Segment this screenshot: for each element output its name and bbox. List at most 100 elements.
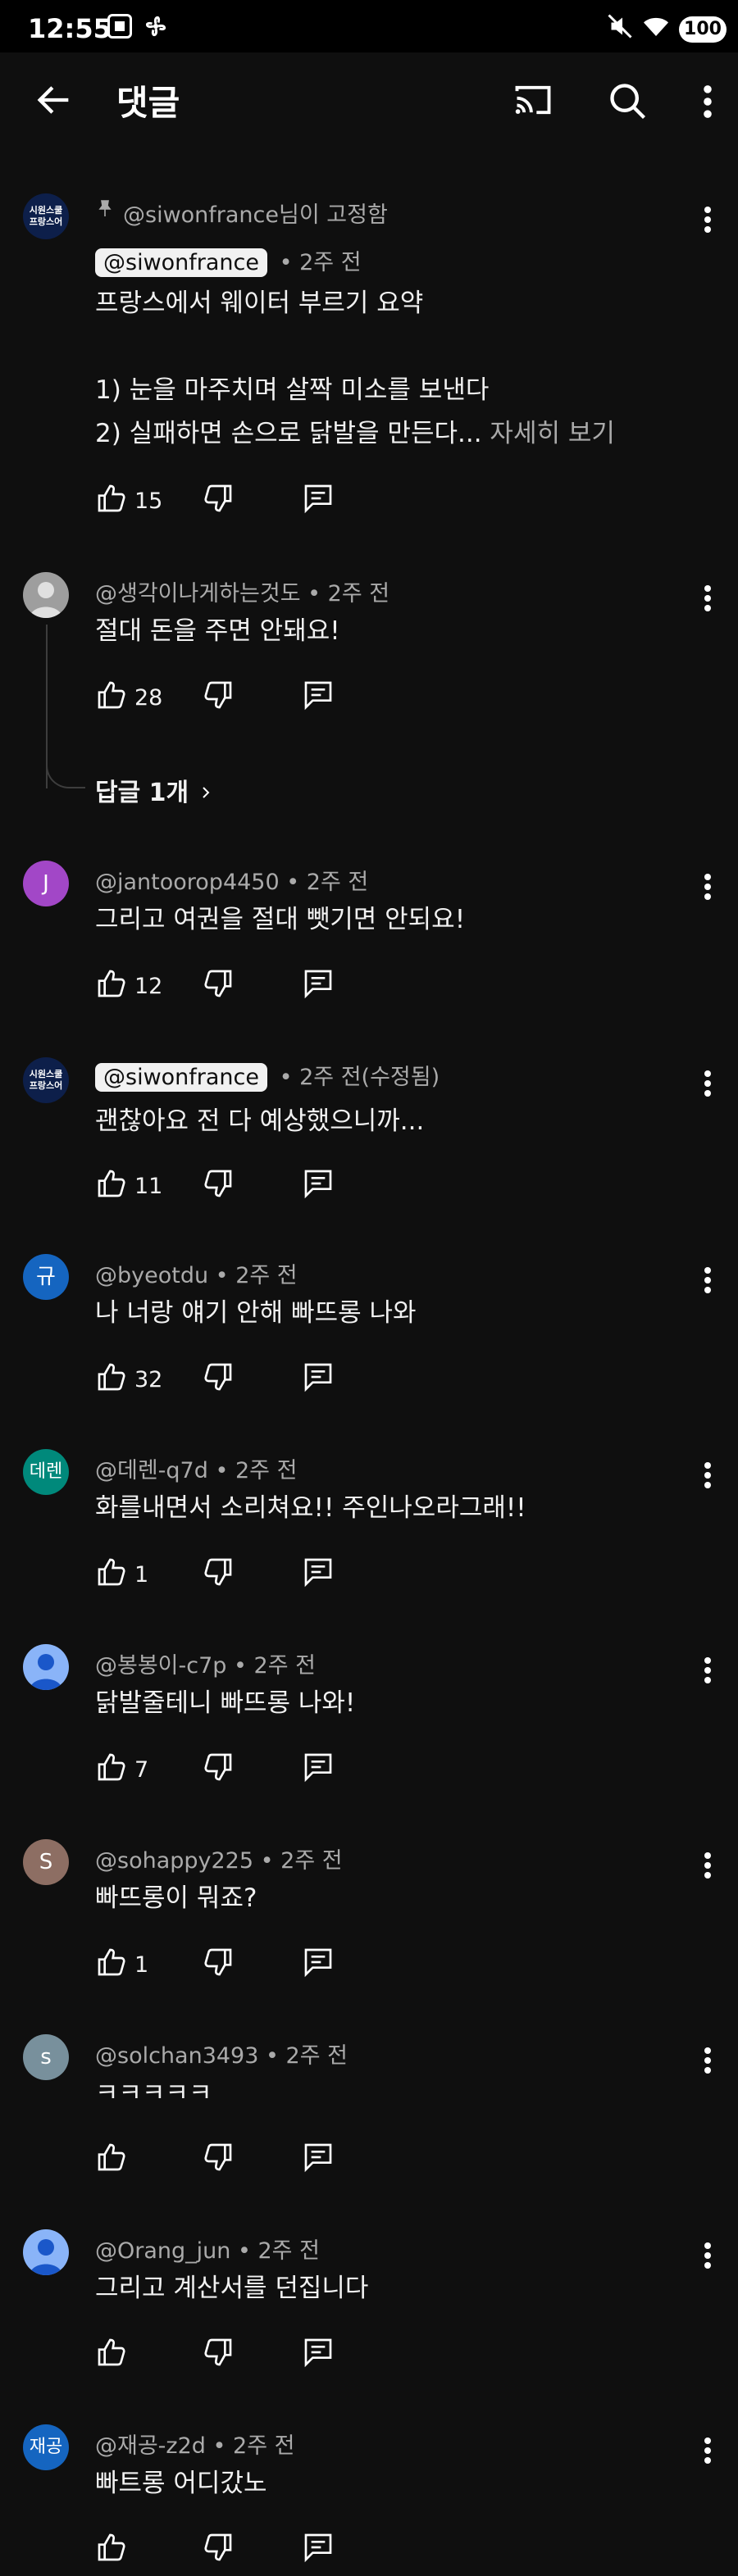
- avatar[interactable]: J: [23, 861, 69, 906]
- comment-meta: @siwonfrance • 2주 전: [95, 244, 362, 277]
- comment-text: 화를내면서 소리쳐요!! 주인나오라그래!!: [95, 1493, 526, 1523]
- like-icon[interactable]: [95, 2141, 128, 2174]
- comment-meta: @byeotdu • 2주 전: [95, 1263, 298, 1288]
- like-count: 7: [134, 1757, 149, 1783]
- like-icon[interactable]: [95, 1946, 128, 1979]
- comment-menu-icon[interactable]: [695, 1651, 720, 1690]
- comment-meta: @siwonfrance • 2주 전(수정됨): [95, 1059, 440, 1092]
- comment-time: 2주 전: [235, 1458, 298, 1483]
- avatar[interactable]: 데렌: [23, 1449, 69, 1495]
- like-icon[interactable]: [95, 967, 128, 1000]
- comment-time: 2주 전: [253, 1653, 316, 1679]
- comment-text: 닭발줄테니 빠뜨롱 나와!: [95, 1688, 356, 1718]
- dislike-icon[interactable]: [202, 2336, 235, 2369]
- comment-menu-icon[interactable]: [695, 579, 720, 618]
- avatar[interactable]: 규: [23, 1254, 69, 1300]
- comment-author[interactable]: @byeotdu: [95, 1263, 208, 1288]
- read-more-link[interactable]: 자세히 보기: [490, 419, 614, 448]
- reply-icon[interactable]: [302, 679, 335, 711]
- comment-author[interactable]: @데렌-q7d: [95, 1458, 208, 1483]
- dislike-icon[interactable]: [202, 1167, 235, 1200]
- dislike-icon[interactable]: [202, 1556, 235, 1588]
- like-count: 15: [134, 488, 163, 514]
- comment-menu-icon[interactable]: [695, 2236, 720, 2275]
- comment-actions: [95, 2336, 423, 2375]
- dislike-icon[interactable]: [202, 482, 235, 515]
- reply-icon[interactable]: [302, 1751, 335, 1783]
- comment-menu-icon[interactable]: [695, 200, 720, 239]
- reply-icon[interactable]: [302, 1167, 335, 1200]
- comment-menu-icon[interactable]: [695, 867, 720, 906]
- comment-author[interactable]: @재공-z2d: [95, 2433, 206, 2459]
- avatar[interactable]: 재공: [23, 2424, 69, 2470]
- screenshot-icon: [107, 14, 132, 39]
- avatar[interactable]: 시원스쿨 프랑스어: [23, 1057, 69, 1103]
- comment-actions: 15: [95, 482, 423, 521]
- like-icon[interactable]: [95, 679, 128, 711]
- comment-actions: 11: [95, 1167, 423, 1206]
- comment-text: 괜찮아요 전 다 예상했으니까...: [95, 1106, 425, 1136]
- more-vert-icon[interactable]: [695, 80, 720, 123]
- comment-author[interactable]: @생각이나게하는것도: [95, 581, 301, 607]
- comment-menu-icon[interactable]: [695, 1261, 720, 1300]
- dislike-icon[interactable]: [202, 967, 235, 1000]
- like-icon[interactable]: [95, 1556, 128, 1588]
- like-icon[interactable]: [95, 2531, 128, 2564]
- like-count: 1: [134, 1562, 149, 1588]
- view-replies-link[interactable]: 답글 1개: [95, 772, 214, 808]
- comment-menu-icon[interactable]: [695, 2431, 720, 2470]
- dislike-icon[interactable]: [202, 2141, 235, 2174]
- like-icon[interactable]: [95, 1167, 128, 1200]
- comment-text: 그리고 여권을 절대 뺏기면 안되요!: [95, 905, 466, 934]
- reply-icon[interactable]: [302, 2531, 335, 2564]
- like-icon[interactable]: [95, 482, 128, 515]
- avatar[interactable]: s: [23, 2034, 69, 2080]
- like-count: 11: [134, 1174, 163, 1199]
- reply-icon[interactable]: [302, 1946, 335, 1979]
- cast-icon[interactable]: [512, 80, 554, 120]
- reply-icon[interactable]: [302, 967, 335, 1000]
- comment-author[interactable]: @봉봉이-c7p: [95, 1653, 226, 1679]
- comment-actions: 1: [95, 1556, 423, 1595]
- comment-author[interactable]: @Orang_jun: [95, 2238, 230, 2264]
- comment-author[interactable]: @solchan3493: [95, 2043, 258, 2069]
- pin-icon: [98, 200, 112, 216]
- like-icon[interactable]: [95, 2336, 128, 2369]
- comment-menu-icon[interactable]: [695, 1064, 720, 1103]
- avatar[interactable]: [23, 572, 69, 618]
- comment-time: 2주 전: [280, 1848, 343, 1874]
- app-bar: [0, 52, 738, 148]
- comment-menu-icon[interactable]: [695, 1456, 720, 1495]
- comment-author[interactable]: @siwonfrance: [95, 248, 268, 277]
- dislike-icon[interactable]: [202, 679, 235, 711]
- reply-icon[interactable]: [302, 2141, 335, 2174]
- pinned-label: @siwonfrance님이 고정함: [123, 202, 388, 228]
- comment-time: 2주 전(수정됨): [299, 1065, 440, 1090]
- comment-text: 절대 돈을 주면 안돼요!: [95, 616, 340, 646]
- like-icon[interactable]: [95, 1361, 128, 1393]
- comment-author[interactable]: @sohappy225: [95, 1848, 253, 1874]
- reply-icon[interactable]: [302, 1556, 335, 1588]
- comment-meta: @데렌-q7d • 2주 전: [95, 1458, 298, 1483]
- like-icon[interactable]: [95, 1751, 128, 1783]
- comment-menu-icon[interactable]: [695, 2041, 720, 2080]
- avatar[interactable]: [23, 2229, 69, 2275]
- reply-icon[interactable]: [302, 2336, 335, 2369]
- avatar[interactable]: [23, 1644, 69, 1690]
- dislike-icon[interactable]: [202, 1361, 235, 1393]
- avatar[interactable]: 시원스쿨 프랑스어: [23, 193, 69, 239]
- reply-icon[interactable]: [302, 482, 335, 515]
- search-icon[interactable]: [607, 80, 649, 123]
- dislike-icon[interactable]: [202, 1751, 235, 1783]
- dislike-icon[interactable]: [202, 2531, 235, 2564]
- comment-author[interactable]: @jantoorop4450: [95, 870, 280, 895]
- back-arrow-icon[interactable]: [33, 79, 75, 121]
- comment-meta: @jantoorop4450 • 2주 전: [95, 870, 369, 895]
- like-count: 32: [134, 1367, 163, 1392]
- reply-icon[interactable]: [302, 1361, 335, 1393]
- avatar[interactable]: S: [23, 1839, 69, 1885]
- comment-author[interactable]: @siwonfrance: [95, 1063, 268, 1092]
- comment-text: 프랑스에서 웨이터 부르기 요약 1) 눈을 마주치며 살짝 미소를 보낸다 2…: [95, 282, 702, 456]
- comment-menu-icon[interactable]: [695, 1846, 720, 1885]
- dislike-icon[interactable]: [202, 1946, 235, 1979]
